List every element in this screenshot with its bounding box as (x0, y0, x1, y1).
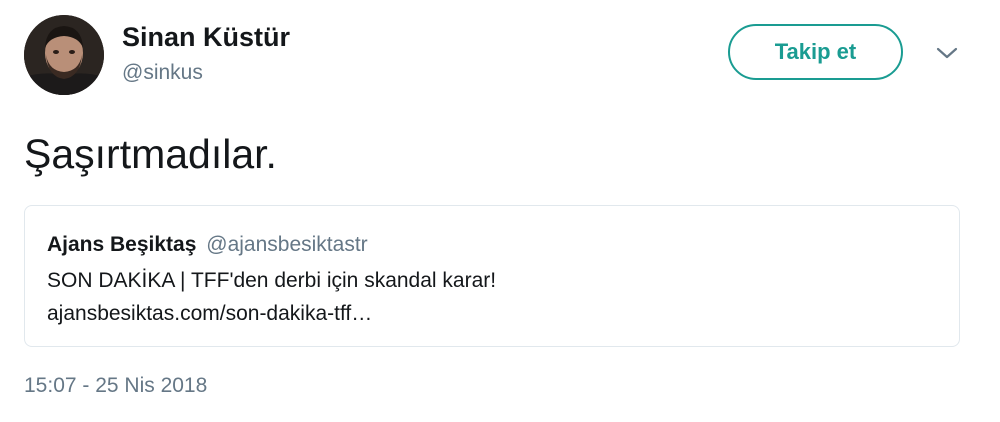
quoted-tweet-text: SON DAKİKA | TFF'den derbi için skandal … (47, 269, 497, 292)
quoted-tweet-link[interactable]: ajansbesiktas.com/son-dakika-tff… (47, 298, 372, 330)
avatar[interactable] (24, 15, 104, 95)
follow-button[interactable]: Takip et (728, 24, 903, 80)
quoted-tweet-card[interactable]: Ajans Beşiktaş @ajansbesiktastr SON DAKİ… (24, 205, 960, 347)
more-menu-button[interactable] (930, 38, 964, 68)
chevron-down-icon (936, 47, 958, 59)
quoted-tweet-header: Ajans Beşiktaş @ajansbesiktastr (47, 230, 368, 260)
quoted-author-handle: @ajansbesiktastr (206, 233, 368, 256)
tweet-timestamp[interactable]: 15:07 - 25 Nis 2018 (24, 370, 207, 402)
author-handle[interactable]: @sinkus (122, 58, 203, 88)
tweet-text: Şaşırtmadılar. (24, 131, 277, 177)
profile-photo (24, 15, 104, 95)
quoted-author-name: Ajans Beşiktaş (47, 233, 197, 256)
author-display-name[interactable]: Sinan Küstür (122, 17, 290, 57)
